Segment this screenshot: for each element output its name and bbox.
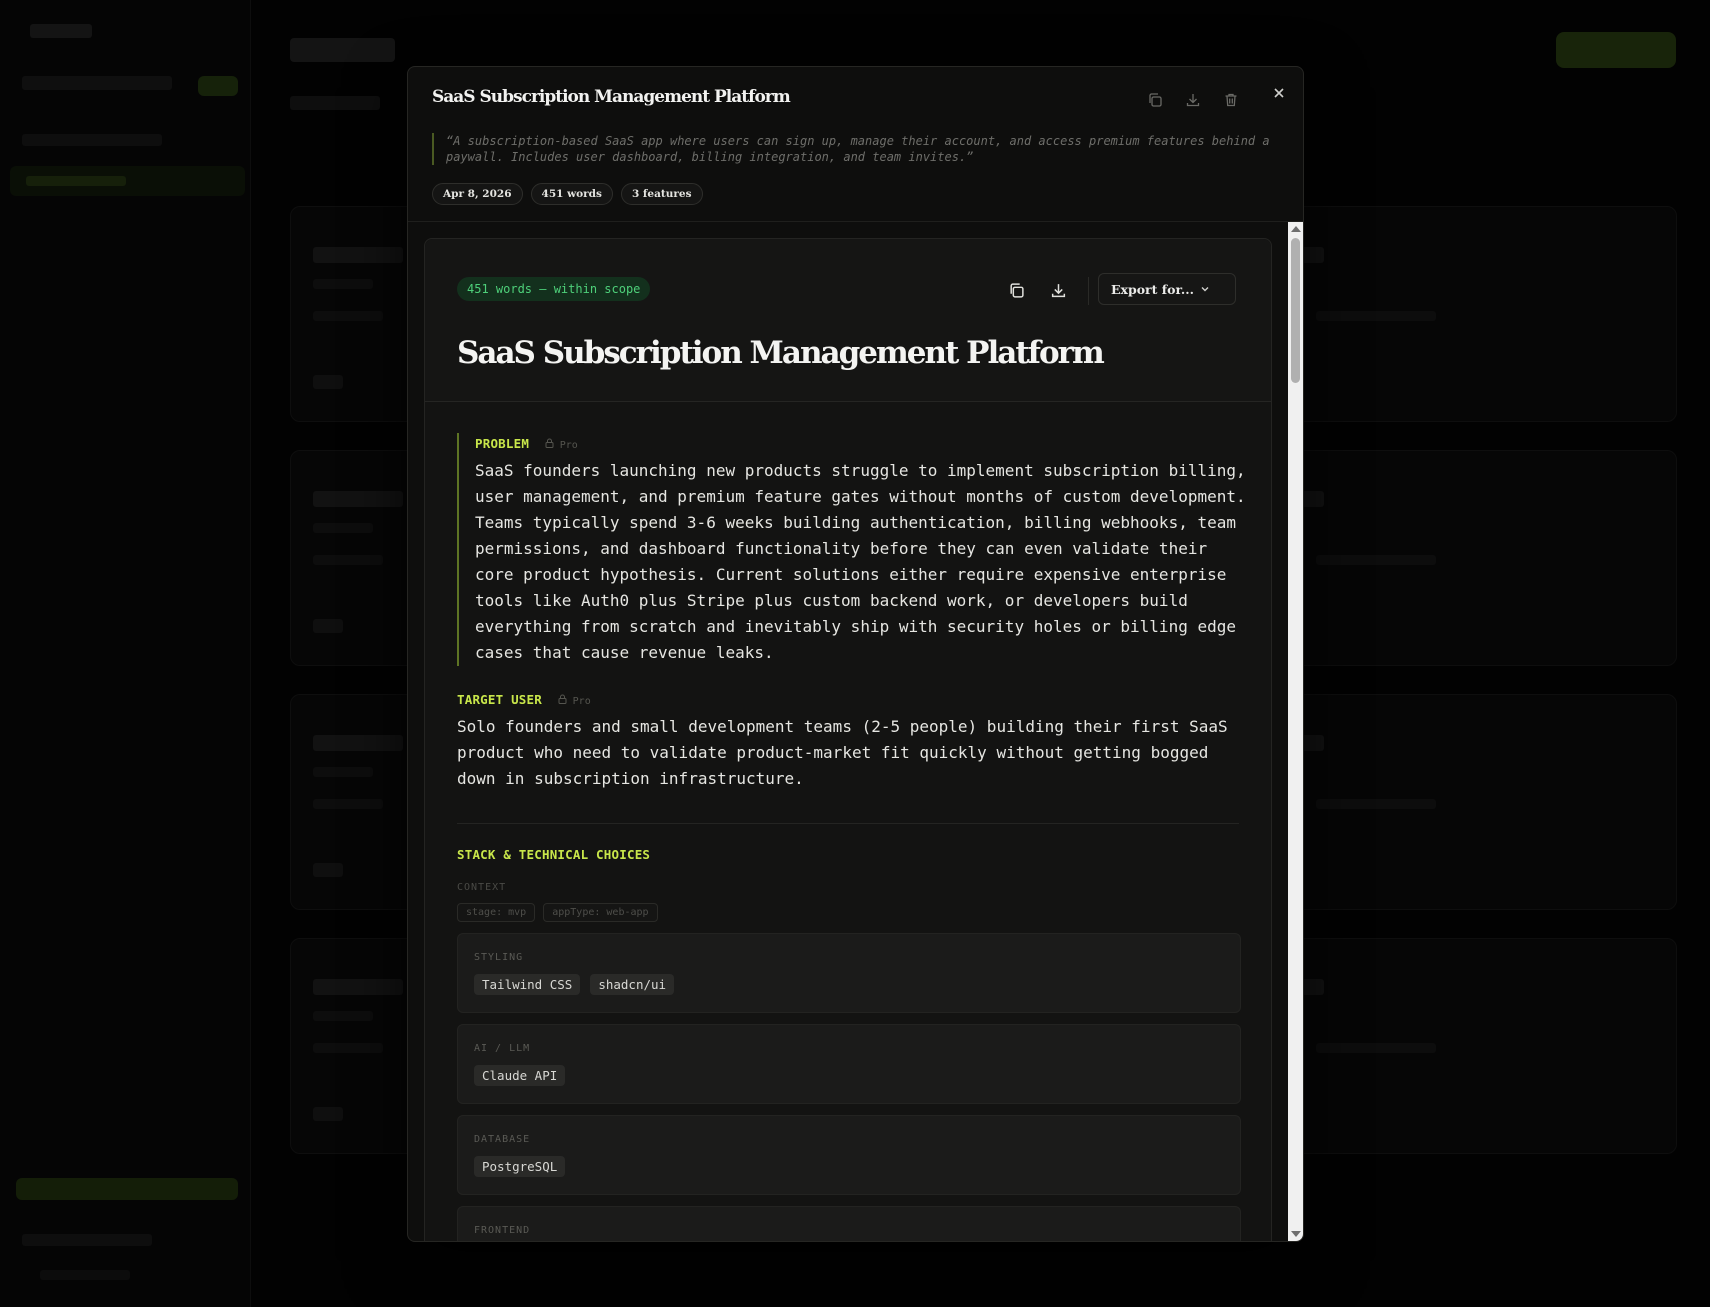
pro-label: Pro bbox=[572, 696, 591, 707]
copy-icon[interactable] bbox=[1005, 279, 1027, 301]
prompt-quote: “A subscription-based SaaS app where use… bbox=[432, 133, 1286, 165]
problem-label: PROBLEM bbox=[475, 436, 530, 451]
stack-tag: shadcn/ui bbox=[590, 974, 675, 995]
pro-lock: Pro bbox=[545, 438, 578, 451]
stack-card-styling: STYLING Tailwind CSS shadcn/ui bbox=[457, 933, 1241, 1013]
word-count-chip: 451 words bbox=[530, 183, 613, 205]
stack-tag: Tailwind CSS bbox=[474, 974, 581, 995]
export-for-dropdown[interactable]: Export for... bbox=[1098, 273, 1236, 305]
scroll-down-arrow-icon[interactable] bbox=[1291, 1231, 1301, 1237]
scrollbar-thumb[interactable] bbox=[1291, 238, 1300, 383]
download-icon[interactable] bbox=[1182, 89, 1204, 111]
meta-chips: Apr 8, 2026 451 words 3 features bbox=[432, 183, 703, 205]
stack-category-label: STYLING bbox=[474, 952, 524, 963]
background-logo bbox=[30, 24, 92, 38]
stack-category-label: DATABASE bbox=[474, 1134, 531, 1145]
background-tabs bbox=[290, 96, 380, 110]
context-label: CONTEXT bbox=[457, 882, 507, 893]
background-nav-item-active bbox=[10, 166, 245, 196]
problem-text: SaaS founders launching new products str… bbox=[475, 461, 1246, 662]
stack-tag: Claude API bbox=[474, 1065, 566, 1086]
document-header: 451 words — within scope Export for... S… bbox=[425, 239, 1271, 402]
background-search bbox=[22, 76, 172, 90]
scroll-up-arrow-icon[interactable] bbox=[1291, 226, 1301, 232]
toolbar-divider bbox=[1088, 277, 1089, 305]
section-divider bbox=[457, 823, 1239, 824]
context-chip: appType: web-app bbox=[543, 903, 658, 922]
spec-modal: SaaS Subscription Management Platform “A… bbox=[407, 66, 1304, 1242]
stack-card-ai-llm: AI / LLM Claude API bbox=[457, 1024, 1241, 1104]
pro-lock: Pro bbox=[558, 694, 591, 707]
background-footer-item bbox=[40, 1270, 130, 1280]
modal-header: SaaS Subscription Management Platform “A… bbox=[408, 67, 1303, 222]
lock-icon bbox=[558, 694, 567, 704]
modal-scrollbar[interactable] bbox=[1288, 222, 1303, 1241]
chevron-down-icon bbox=[1201, 287, 1209, 292]
problem-section: PROBLEM Pro SaaS founders launching new … bbox=[457, 433, 1255, 666]
stack-section-label: STACK & TECHNICAL CHOICES bbox=[457, 847, 651, 862]
modal-title: SaaS Subscription Management Platform bbox=[432, 87, 791, 107]
target-user-section: TARGET USER Pro Solo founders and small … bbox=[457, 689, 1247, 792]
spec-document: 451 words — within scope Export for... S… bbox=[424, 238, 1272, 1241]
background-nav-item bbox=[22, 134, 162, 146]
context-chip: stage: mvp bbox=[457, 903, 536, 922]
target-user-label: TARGET USER bbox=[457, 692, 542, 707]
stack-category-label: AI / LLM bbox=[474, 1043, 531, 1054]
document-title: SaaS Subscription Management Platform bbox=[457, 335, 1105, 371]
background-page-title bbox=[290, 38, 395, 62]
download-icon[interactable] bbox=[1047, 279, 1069, 301]
pro-label: Pro bbox=[559, 440, 578, 451]
trash-icon[interactable] bbox=[1220, 89, 1242, 111]
background-sidebar bbox=[0, 0, 251, 1307]
target-user-text: Solo founders and small development team… bbox=[457, 717, 1228, 788]
scope-badge: 451 words — within scope bbox=[457, 277, 651, 301]
modal-scroll-area[interactable]: 451 words — within scope Export for... S… bbox=[408, 222, 1288, 1241]
lock-icon bbox=[545, 438, 554, 448]
export-label: Export for... bbox=[1111, 281, 1194, 297]
feature-count-chip: 3 features bbox=[620, 183, 703, 205]
stack-category-label: FRONTEND bbox=[474, 1225, 531, 1236]
background-footer-item bbox=[22, 1234, 152, 1246]
stack-tag: PostgreSQL bbox=[474, 1156, 566, 1177]
background-footer-button bbox=[16, 1178, 238, 1200]
background-primary-button bbox=[1556, 32, 1676, 68]
stack-card-frontend: FRONTEND bbox=[457, 1206, 1241, 1241]
context-chips: stage: mvp appType: web-app bbox=[457, 903, 658, 922]
close-icon[interactable] bbox=[1267, 81, 1291, 105]
background-badge bbox=[198, 76, 238, 96]
stack-card-database: DATABASE PostgreSQL bbox=[457, 1115, 1241, 1195]
date-chip: Apr 8, 2026 bbox=[432, 183, 523, 205]
copy-icon[interactable] bbox=[1144, 89, 1166, 111]
